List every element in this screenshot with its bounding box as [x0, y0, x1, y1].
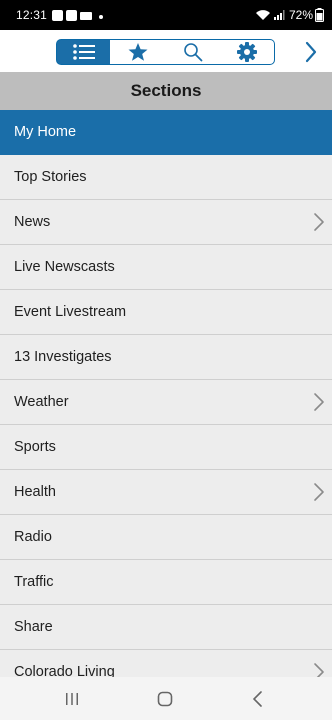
menu-item-13-investigates[interactable]: 13 Investigates	[0, 335, 332, 380]
menu-item-label: News	[14, 214, 51, 230]
star-icon	[128, 43, 147, 61]
list-icon	[72, 44, 95, 60]
status-bar: 12:31 72%	[0, 0, 332, 30]
menu-item-label: Event Livestream	[14, 304, 127, 320]
menu-item-label: Live Newscasts	[14, 259, 115, 275]
favorites-button[interactable]	[110, 39, 166, 65]
signal-icon	[273, 10, 285, 20]
recents-icon	[66, 693, 78, 705]
menu-item-label: My Home	[14, 124, 77, 140]
home-icon	[157, 691, 173, 707]
settings-button[interactable]	[220, 39, 275, 65]
menu-item-news[interactable]: News	[0, 200, 332, 245]
system-nav-bar	[0, 677, 332, 720]
page-title: Sections	[130, 81, 202, 100]
menu-item-label: Share	[14, 619, 53, 635]
menu-item-radio[interactable]: Radio	[0, 515, 332, 560]
chevron-right-icon	[305, 41, 317, 63]
menu-item-label: 13 Investigates	[14, 349, 112, 365]
next-button[interactable]	[300, 40, 322, 64]
photo-notification-icon	[52, 10, 63, 21]
gear-icon	[237, 42, 257, 62]
chevron-right-icon	[314, 393, 324, 411]
battery-percentage: 72%	[288, 8, 313, 22]
menu-item-share[interactable]: Share	[0, 605, 332, 650]
menu-item-label: Weather	[14, 394, 69, 410]
check-notification-icon	[66, 10, 77, 21]
back-icon	[253, 691, 262, 707]
menu-item-live-newscasts[interactable]: Live Newscasts	[0, 245, 332, 290]
menu-item-sports[interactable]: Sports	[0, 425, 332, 470]
menu-item-weather[interactable]: Weather	[0, 380, 332, 425]
sections-header: Sections	[0, 72, 332, 110]
chevron-right-icon	[314, 483, 324, 501]
menu-item-event-livestream[interactable]: Event Livestream	[0, 290, 332, 335]
mail-notification-icon	[80, 12, 92, 20]
more-notifications-dot-icon	[99, 15, 103, 19]
wifi-icon	[255, 10, 270, 20]
sections-list-button[interactable]	[56, 39, 111, 65]
search-button[interactable]	[165, 39, 221, 65]
status-indicators: 72%	[255, 7, 324, 23]
menu-item-label: Radio	[14, 529, 52, 545]
search-icon	[183, 43, 202, 62]
menu-item-label: Top Stories	[14, 169, 87, 185]
chevron-right-icon	[314, 213, 324, 231]
menu-item-top-stories[interactable]: Top Stories	[0, 155, 332, 200]
menu-item-label: Sports	[14, 439, 56, 455]
menu-item-health[interactable]: Health	[0, 470, 332, 515]
battery-icon	[315, 8, 324, 22]
back-button[interactable]	[246, 688, 270, 710]
app-screen: 12:31 72% Sections My Home Top Stories N…	[0, 0, 332, 720]
status-time: 12:31	[16, 8, 48, 22]
menu-item-label: Traffic	[14, 574, 54, 590]
menu-item-traffic[interactable]: Traffic	[0, 560, 332, 605]
menu-item-label: Health	[14, 484, 56, 500]
recents-button[interactable]	[60, 688, 84, 710]
sections-menu: My Home Top Stories News Live Newscasts Even…	[0, 110, 332, 695]
toolbar	[0, 30, 332, 72]
home-button[interactable]	[153, 688, 177, 710]
menu-item-my-home[interactable]: My Home	[0, 110, 332, 155]
